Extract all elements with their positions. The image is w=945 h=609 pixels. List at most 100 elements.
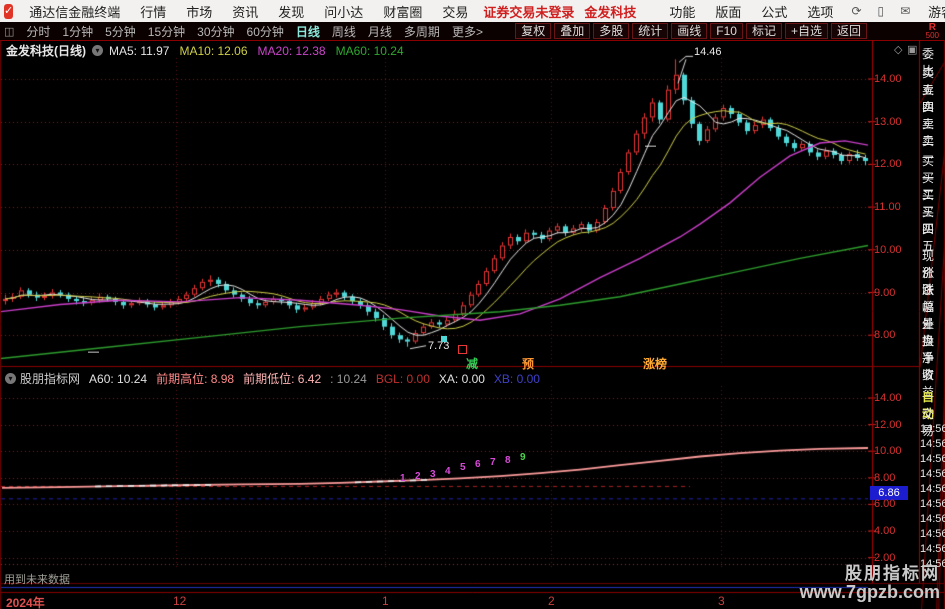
menu-right-item-2[interactable]: 公式: [751, 2, 797, 21]
toolbar-button-2[interactable]: 多股: [593, 23, 630, 39]
period-tab-5[interactable]: 60分钟: [241, 23, 290, 40]
sidebar-toggle-badge[interactable]: R 500: [926, 23, 939, 40]
menu-right-item-0[interactable]: 功能: [659, 2, 705, 21]
toolbar-button-7[interactable]: +自选: [784, 23, 828, 39]
tick-time-6[interactable]: 14:56: [920, 513, 945, 525]
period-tab-3[interactable]: 15分钟: [142, 23, 191, 40]
period-tab-0[interactable]: 分时: [20, 23, 56, 40]
sub-yaxis-label-3: 8.00: [874, 471, 896, 484]
sub-yaxis-label-6: 2.00: [874, 551, 896, 564]
timeline-month-1[interactable]: 1: [382, 594, 389, 608]
dash-marker-2: —: [88, 346, 99, 358]
ma-label-1: MA10: 12.06: [179, 43, 248, 58]
watermark: 股朋指标网 www.7gpzb.com: [799, 564, 940, 602]
indicator-field-1: A60: 10.24: [89, 371, 148, 386]
period-tab-7[interactable]: 周线: [326, 23, 362, 40]
sub-number-3: 4: [445, 466, 451, 477]
menubar-right-items: 功能 版面 公式 选项: [659, 2, 843, 21]
sub-number-0: 1: [400, 473, 406, 484]
menu-item-6[interactable]: 财富圈: [373, 2, 432, 21]
toolbar-button-5[interactable]: F10: [710, 23, 743, 39]
menubar-icons: ⟳ ▯ ✉: [843, 4, 918, 18]
menu-item-4[interactable]: 发现: [268, 2, 314, 21]
chart-title-row: 金发科技(日线) ▾ MA5: 11.97 MA10: 12.06 MA20: 12…: [6, 42, 414, 59]
menu-item-1[interactable]: 行情: [130, 2, 176, 21]
chevron-down-icon[interactable]: ▾: [92, 45, 103, 56]
tick-time-4[interactable]: 14:56: [920, 483, 945, 495]
indicator-field-6: XA: 0.00: [438, 371, 485, 386]
menu-item-0[interactable]: 通达信金融终端: [19, 2, 130, 21]
mail-icon[interactable]: ✉: [892, 4, 918, 18]
mobile-icon[interactable]: ▯: [870, 4, 893, 18]
refresh-icon[interactable]: ⟳: [843, 4, 869, 18]
sub-number-1: 2: [415, 471, 421, 482]
event-badge-1[interactable]: 预: [522, 355, 534, 372]
ma-label-2: MA20: 12.38: [257, 43, 326, 58]
menu-right-item-1[interactable]: 版面: [705, 2, 751, 21]
sub-yaxis-label-2: 10.00: [874, 445, 902, 458]
toolbar-button-4[interactable]: 画线: [671, 23, 708, 39]
toolbar-button-0[interactable]: 复权: [515, 23, 552, 39]
tick-time-2[interactable]: 14:56: [920, 453, 945, 465]
period-tab-10[interactable]: 更多>: [446, 23, 489, 40]
tick-time-3[interactable]: 14:56: [920, 468, 945, 480]
event-badge-0[interactable]: 减: [466, 355, 478, 372]
menubar-left: 通达信金融终端 行情 市场 资讯 发现 问小达 财富圈 交易: [19, 2, 478, 21]
toolbar-button-8[interactable]: 返回: [830, 23, 867, 39]
period-tab-9[interactable]: 多周期: [398, 23, 446, 40]
ma-label-3: MA60: 10.24: [335, 43, 404, 58]
main-yaxis-label-6: 8.00: [874, 329, 896, 342]
window-layout-icon[interactable]: ◫: [4, 25, 14, 38]
menu-item-7[interactable]: 交易: [432, 2, 478, 21]
indicator-field-3: 前期低位: 6.42: [243, 372, 322, 386]
diamond-tool-icon[interactable]: ◇: [894, 43, 902, 56]
main-yaxis-label-4: 10.00: [874, 243, 902, 256]
menu-item-2[interactable]: 市场: [176, 2, 222, 21]
current-stock-name[interactable]: 金发科技: [579, 2, 641, 21]
event-badge-2[interactable]: 涨榜: [643, 355, 667, 372]
indicator-field-7: XB: 0.00: [493, 371, 540, 386]
tick-time-7[interactable]: 14:56: [920, 528, 945, 540]
menu-item-3[interactable]: 资讯: [222, 2, 268, 21]
period-tab-2[interactable]: 5分钟: [99, 23, 142, 40]
period-tab-1[interactable]: 1分钟: [56, 23, 99, 40]
main-yaxis-label-1: 13.00: [874, 115, 902, 128]
timeline-month-3[interactable]: 3: [718, 594, 725, 608]
toolbar-buttons: 复权 叠加 多股 统计 画线 F10 标记 +自选 返回: [512, 23, 867, 39]
indicator-field-0: 股朋指标网: [20, 372, 81, 386]
chart-title[interactable]: 金发科技(日线): [6, 42, 86, 59]
menu-right-item-3[interactable]: 选项: [797, 2, 843, 21]
tick-time-5[interactable]: 14:56: [920, 498, 945, 510]
tick-time-0[interactable]: 14:56: [920, 423, 945, 435]
period-tab-6[interactable]: 日线: [290, 23, 326, 40]
menubar-right: 证券交易未登录 金发科技 功能版面公式选项 ⟳▯✉ 游客: [478, 2, 945, 21]
sub-number-4: 5: [460, 462, 466, 473]
dash-marker-1: —: [645, 140, 656, 152]
sub-yaxis-label-1: 12.00: [874, 418, 902, 431]
ma-value-labels: MA5: 11.97 MA10: 12.06 MA20: 12.38 MA60: 10…: [109, 44, 414, 58]
main-yaxis-label-5: 9.00: [874, 286, 896, 299]
menubar: ✓ 通达信金融终端 行情 市场 资讯 发现 问小达 财富圈 交易 证券交易未登录 金发科技 功…: [0, 0, 945, 23]
toolbar-button-1[interactable]: 叠加: [554, 23, 591, 39]
toolbar-button-6[interactable]: 标记: [745, 23, 782, 39]
tick-time-8[interactable]: 14:56: [920, 543, 945, 555]
menu-item-5[interactable]: 问小达: [314, 2, 373, 21]
trade-login-status[interactable]: 证券交易未登录: [478, 2, 579, 21]
period-tab-4[interactable]: 30分钟: [191, 23, 240, 40]
candlestick-chart-canvas[interactable]: [0, 40, 945, 609]
indicator-field-4: : 10.24: [330, 371, 367, 386]
guest-label[interactable]: 游客: [918, 2, 945, 21]
toolbar-button-3[interactable]: 统计: [632, 23, 669, 39]
timeline-month-0[interactable]: 12: [173, 594, 186, 608]
period-toolbar: ◫ 分时 1分钟 5分钟 15分钟 30分钟 60分钟 日线 周线 月线 多周期 更多> 复权 叠加多…: [0, 22, 945, 41]
timeline-month-2[interactable]: 2: [548, 594, 555, 608]
tdx-terminal-window: ✓ 通达信金融终端 行情 市场 资讯 发现 问小达 财富圈 交易 证券交易未登录 金发科技 功…: [0, 0, 945, 609]
indicator-chevron-icon[interactable]: ▾: [5, 373, 16, 384]
indicator-field-5: BGL: 0.00: [375, 371, 430, 386]
app-logo-icon: ✓: [4, 3, 14, 19]
tick-time-1[interactable]: 14:56: [920, 438, 945, 450]
window-split-icon[interactable]: ▣: [907, 43, 917, 56]
period-tab-8[interactable]: 月线: [362, 23, 398, 40]
sell-marker-square: [458, 345, 467, 354]
sub-yaxis-label-4: 6.00: [874, 498, 896, 511]
